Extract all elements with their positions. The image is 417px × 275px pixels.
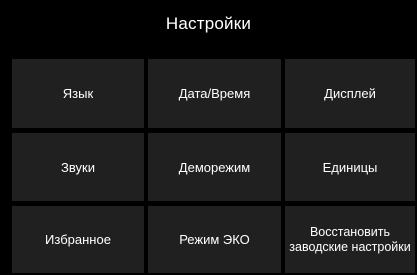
demo-mode-button[interactable]: Деморежим — [148, 133, 281, 201]
favorites-button[interactable]: Избранное — [12, 206, 144, 273]
date-time-button[interactable]: Дата/Время — [148, 59, 281, 128]
settings-menu-grid: Язык Дата/Время Дисплей Звуки Деморежим … — [12, 59, 415, 273]
display-button[interactable]: Дисплей — [285, 59, 415, 128]
factory-reset-button[interactable]: Восстановить заводские настройки — [285, 206, 415, 273]
units-button[interactable]: Единицы — [285, 133, 415, 201]
settings-screen: Настройки Язык Дата/Время Дисплей Звуки … — [0, 0, 417, 275]
sounds-button[interactable]: Звуки — [12, 133, 144, 201]
language-button[interactable]: Язык — [12, 59, 144, 128]
page-title: Настройки — [165, 14, 252, 33]
eco-mode-button[interactable]: Режим ЭКО — [148, 206, 281, 273]
